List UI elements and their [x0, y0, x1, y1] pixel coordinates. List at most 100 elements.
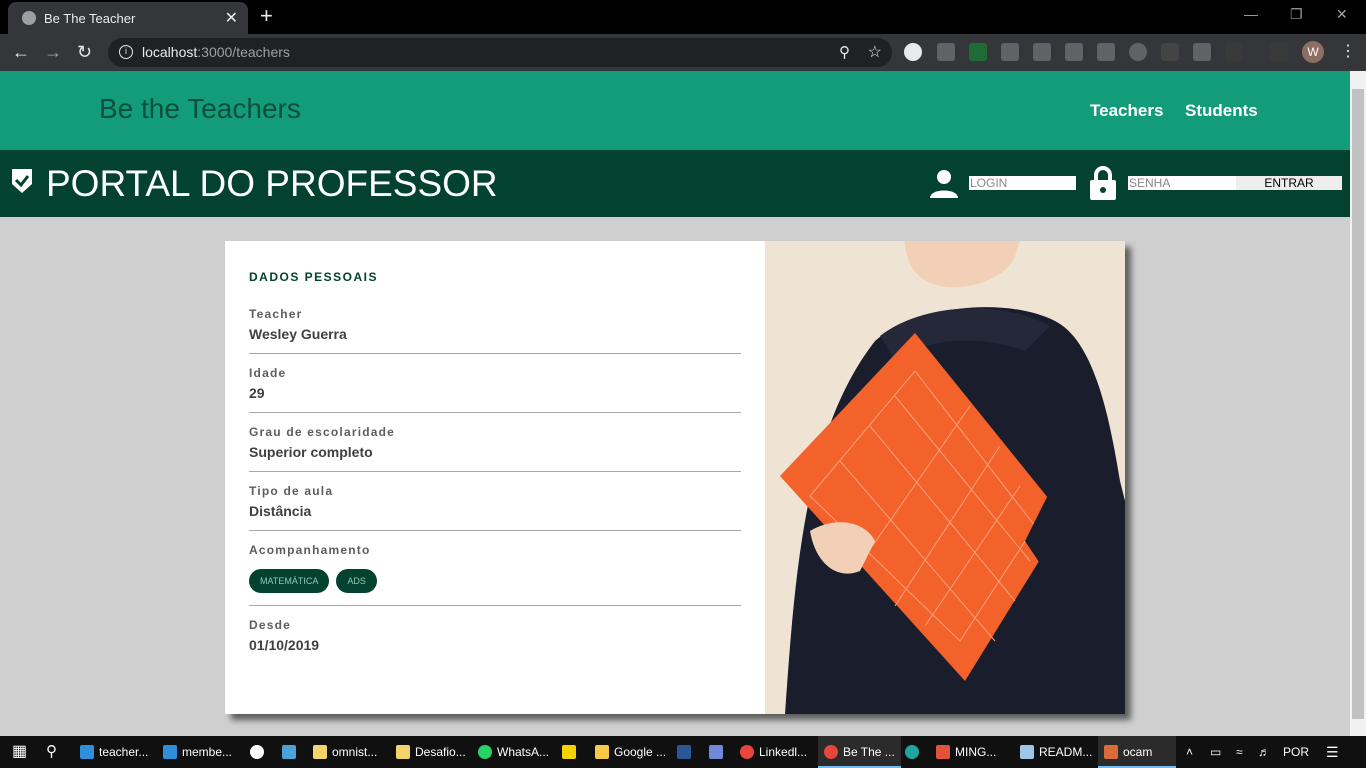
chrome-icon	[740, 745, 754, 759]
taskbar-item-folder-2[interactable]: Desafio...	[396, 736, 466, 768]
browser-tab[interactable]: Be The Teacher ✕	[8, 2, 248, 34]
camera-icon[interactable]	[1001, 43, 1019, 61]
taskbar-item-folder-1[interactable]: omnist...	[313, 736, 377, 768]
taskbar-item-vscode-2[interactable]: membe...	[163, 736, 232, 768]
field-escolaridade: Grau de escolaridade Superior completo	[249, 419, 741, 472]
taskbar-item-discord[interactable]	[709, 736, 728, 768]
field-value: 01/10/2019	[249, 637, 320, 653]
bookmark-star-icon[interactable]: ☆	[868, 42, 882, 62]
subject-chip: ADS	[336, 569, 377, 593]
login-input[interactable]	[969, 176, 1076, 190]
wifi-icon[interactable]: ≈	[1236, 736, 1243, 768]
reload-icon[interactable]: ↻	[77, 42, 92, 62]
folder-icon	[396, 745, 410, 759]
password-input[interactable]	[1128, 176, 1236, 190]
tray-chevron-icon[interactable]: ˄	[1186, 736, 1193, 768]
login-submit-button[interactable]: ENTRAR	[1236, 176, 1342, 190]
chip-list: MATEMÁTICA ADS	[249, 569, 741, 593]
field-value: Superior completo	[249, 444, 373, 460]
vscode-icon	[80, 745, 94, 759]
more-menu-icon[interactable]: ⋮	[1340, 41, 1356, 61]
taskbar-item-kotlin[interactable]	[282, 736, 301, 768]
extension-icon[interactable]	[1193, 43, 1211, 61]
profile-avatar[interactable]: W	[1302, 41, 1324, 63]
powershell-icon	[677, 745, 691, 759]
teacher-card: DADOS PESSOAIS Teacher Wesley Guerra Ida…	[225, 241, 1125, 714]
personal-details: DADOS PESSOAIS Teacher Wesley Guerra Ida…	[249, 265, 741, 670]
url-text[interactable]: localhost:3000/teachers	[142, 44, 290, 60]
back-icon[interactable]: ←	[12, 42, 30, 62]
taskbar-item-edge[interactable]	[905, 736, 924, 768]
taskbar-item-node[interactable]	[250, 736, 269, 768]
teacher-photo	[765, 241, 1125, 714]
field-label: Teacher	[249, 307, 303, 321]
shield-app-icon	[595, 745, 609, 759]
taskbar-item-powershell[interactable]	[677, 736, 696, 768]
discord-icon	[709, 745, 723, 759]
scrollbar-thumb[interactable]	[1352, 89, 1364, 719]
field-tipo-aula: Tipo de aula Distância	[249, 478, 741, 531]
tab-title: Be The Teacher	[44, 11, 136, 26]
browser-titlebar: Be The Teacher ✕ + — ❐ ✕	[0, 0, 1366, 34]
taskbar-item-ocam[interactable]: ocam	[1098, 736, 1176, 768]
minimize-icon[interactable]: —	[1244, 6, 1258, 22]
drive-icon[interactable]	[1033, 43, 1051, 61]
extension-icon[interactable]	[1161, 43, 1179, 61]
media-icon[interactable]	[1270, 43, 1288, 61]
field-value: Distância	[249, 503, 312, 519]
field-desde: Desde 01/10/2019	[249, 612, 741, 664]
site-header: Be the Teachers Teachers Students	[0, 71, 1350, 150]
taskbar-item-notepad[interactable]: READM...	[1020, 736, 1092, 768]
react-icon[interactable]	[1065, 43, 1083, 61]
extension-icon[interactable]	[969, 43, 987, 61]
extension-icon[interactable]	[904, 43, 922, 61]
taskbar-item-whatsapp[interactable]: WhatsA...	[478, 736, 549, 768]
page-title: PORTAL DO PROFESSOR	[46, 163, 498, 204]
extension-icon[interactable]	[937, 43, 955, 61]
taskbar-item-chrome-2[interactable]: Be The ...	[818, 736, 901, 768]
node-icon	[250, 745, 264, 759]
sticky-notes-icon	[562, 745, 576, 759]
windows-start-icon[interactable]: ▦	[12, 736, 27, 768]
taskbar-item-vscode-1[interactable]: teacher...	[80, 736, 148, 768]
chrome-icon	[824, 745, 838, 759]
info-icon[interactable]: i	[119, 45, 133, 59]
page-scrollbar[interactable]	[1350, 71, 1366, 736]
forward-icon[interactable]: →	[44, 42, 62, 62]
taskbar-item-git[interactable]: MING...	[936, 736, 996, 768]
close-tab-icon[interactable]: ✕	[225, 8, 238, 28]
address-bar[interactable]: i localhost:3000/teachers ⚲ ☆	[108, 38, 892, 67]
field-value: Wesley Guerra	[249, 326, 347, 342]
close-window-icon[interactable]: ✕	[1336, 6, 1348, 23]
field-value: 29	[249, 385, 265, 401]
taskbar-item-google[interactable]: Google ...	[595, 736, 666, 768]
nav-students[interactable]: Students	[1185, 101, 1258, 121]
search-icon[interactable]: ⚲	[46, 736, 57, 768]
app-icon	[282, 745, 296, 759]
notifications-icon[interactable]: ☰	[1326, 736, 1339, 768]
page-viewport: Be the Teachers Teachers Students PORTAL…	[0, 71, 1350, 736]
zoom-icon[interactable]: ⚲	[839, 43, 850, 61]
extension-icon[interactable]	[1225, 43, 1243, 61]
subject-chip: MATEMÁTICA	[249, 569, 330, 593]
site-brand[interactable]: Be the Teachers	[99, 93, 301, 125]
battery-icon[interactable]: ▭	[1210, 736, 1221, 768]
field-label: Desde	[249, 618, 292, 632]
field-label: Acompanhamento	[249, 543, 371, 557]
language-indicator[interactable]: POR	[1283, 736, 1309, 768]
lock-icon	[1090, 166, 1116, 200]
field-label: Grau de escolaridade	[249, 425, 396, 439]
taskbar-item-chrome-1[interactable]: Linkedl...	[740, 736, 807, 768]
taskbar-item-notes[interactable]	[562, 736, 581, 768]
notepad-icon	[1020, 745, 1034, 759]
shield-check-icon	[12, 169, 32, 193]
extension-icon[interactable]	[1129, 43, 1147, 61]
user-icon	[930, 170, 958, 198]
nav-teachers[interactable]: Teachers	[1090, 101, 1163, 121]
shield-extension-icon[interactable]	[1097, 43, 1115, 61]
new-tab-button[interactable]: +	[260, 5, 273, 27]
restore-icon[interactable]: ❐	[1290, 6, 1303, 23]
portal-bar: PORTAL DO PROFESSOR ENTRAR	[0, 150, 1350, 217]
volume-icon[interactable]: ♬	[1258, 736, 1270, 768]
field-label: Idade	[249, 366, 287, 380]
